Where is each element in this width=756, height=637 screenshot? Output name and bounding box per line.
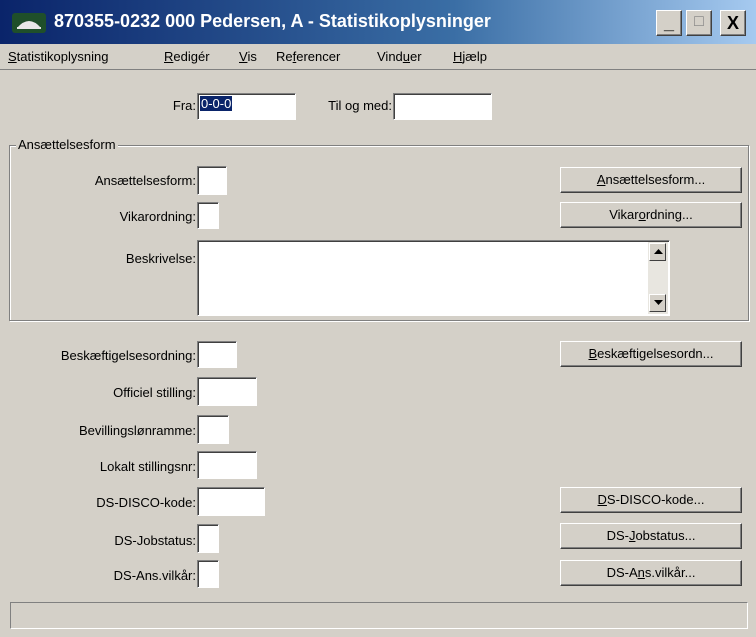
- arrow-up-icon: [654, 249, 663, 254]
- disco-code-button[interactable]: DS-DISCO-kode...: [560, 487, 742, 513]
- status-bar: [10, 602, 748, 629]
- title-bar[interactable]: 870355-0232 000 Pedersen, A - Statistiko…: [0, 0, 756, 44]
- close-button[interactable]: X: [720, 10, 746, 36]
- from-date-input[interactable]: 0-0-0: [197, 93, 296, 120]
- job-status-label: DS-Jobstatus:: [114, 533, 196, 548]
- employment-scheme-label: Beskæftigelsesordning:: [60, 348, 196, 363]
- app-icon: [12, 13, 46, 33]
- pay-frame-input[interactable]: [197, 415, 229, 444]
- local-position-label: Lokalt stillingsnr:: [99, 459, 196, 474]
- maximize-button[interactable]: □: [686, 10, 712, 36]
- local-position-input[interactable]: [197, 451, 257, 479]
- employment-form-button[interactable]: Ansættelsesform...: [560, 167, 742, 193]
- statistics-window: 870355-0232 000 Pedersen, A - Statistiko…: [0, 0, 756, 637]
- from-date-value: 0-0-0: [200, 96, 233, 111]
- scroll-down-button[interactable]: [649, 294, 666, 312]
- maximize-icon: □: [694, 13, 704, 30]
- to-date-input[interactable]: [393, 93, 492, 120]
- from-label: Fra:: [172, 98, 196, 113]
- employment-scheme-input[interactable]: [197, 341, 237, 368]
- menu-vinduer[interactable]: Vinduer: [377, 49, 422, 64]
- job-status-input[interactable]: [197, 524, 219, 553]
- description-label: Beskrivelse:: [125, 251, 196, 266]
- pay-frame-label: Bevillingslønramme:: [78, 423, 196, 438]
- arrow-down-icon: [654, 300, 663, 305]
- employment-terms-label: DS-Ans.vilkår:: [113, 568, 196, 583]
- disco-code-label: DS-DISCO-kode:: [96, 495, 196, 510]
- employment-scheme-button[interactable]: Beskæftigelsesordn...: [560, 341, 742, 367]
- employment-form-label: Ansættelsesform:: [94, 173, 196, 188]
- employment-terms-input[interactable]: [197, 560, 219, 588]
- menu-vis[interactable]: Vis: [239, 49, 257, 64]
- scroll-up-button[interactable]: [649, 243, 666, 261]
- minimize-icon: _: [663, 13, 674, 33]
- menu-bar: Statistikoplysning Redigér Vis Reference…: [0, 44, 756, 70]
- menu-hjaelp[interactable]: Hjælp: [453, 49, 487, 64]
- official-position-input[interactable]: [197, 377, 257, 406]
- temp-arrangement-button[interactable]: Vikarordning...: [560, 202, 742, 228]
- job-status-button[interactable]: DS-Jobstatus...: [560, 523, 742, 549]
- temp-arrangement-input[interactable]: [197, 202, 219, 229]
- official-position-label: Officiel stilling:: [113, 385, 196, 400]
- employment-terms-button[interactable]: DS-Ans.vilkår...: [560, 560, 742, 586]
- to-label: Til og med:: [328, 98, 392, 113]
- menu-rediger[interactable]: Redigér: [164, 49, 210, 64]
- description-textarea[interactable]: [197, 240, 670, 316]
- close-icon: X: [726, 13, 739, 33]
- minimize-button[interactable]: _: [656, 10, 682, 36]
- window-title: 870355-0232 000 Pedersen, A - Statistiko…: [54, 11, 491, 31]
- disco-code-input[interactable]: [197, 487, 265, 516]
- employment-form-input[interactable]: [197, 166, 227, 195]
- employment-group-title: Ansættelsesform: [16, 137, 118, 152]
- menu-statistikoplysning[interactable]: Statistikoplysning: [8, 49, 108, 64]
- description-scrollbar[interactable]: [648, 242, 668, 314]
- menu-referencer[interactable]: Referencer: [276, 49, 340, 64]
- temp-arrangement-label: Vikarordning:: [119, 209, 196, 224]
